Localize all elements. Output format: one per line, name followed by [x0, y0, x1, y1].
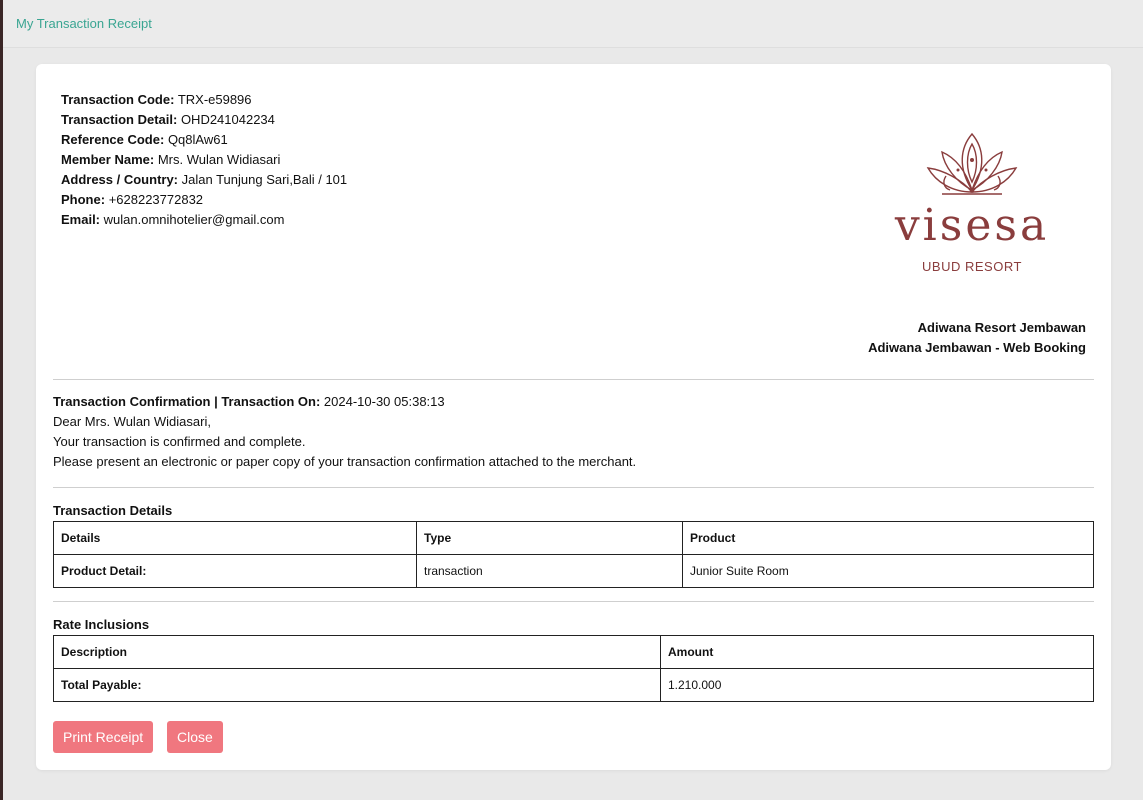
info-address: Address / Country: Jalan Tunjung Sari,Ba…	[61, 172, 348, 187]
merchant-info: Adiwana Resort Jembawan Adiwana Jembawan…	[868, 318, 1086, 358]
logo-subtitle: UBUD RESORT	[922, 259, 1022, 274]
lotus-emblem-icon	[926, 132, 1018, 195]
info-reference-code: Reference Code: Qq8lAw61	[61, 132, 228, 147]
transaction-details-title: Transaction Details	[53, 503, 173, 518]
transaction-details-table: Details Type Product Product Detail: tra…	[53, 521, 1094, 588]
customer-info: Transaction Code: TRX-e59896 Transaction…	[61, 90, 347, 230]
column-header: Amount	[660, 635, 1094, 669]
divider	[53, 379, 1094, 380]
merchant-channel: Adiwana Jembawan - Web Booking	[868, 340, 1086, 355]
instruction-line: Please present an electronic or paper co…	[53, 454, 637, 469]
greeting: Dear Mrs. Wulan Widiasari,	[53, 414, 211, 429]
info-member-name: Member Name: Mrs. Wulan Widiasari	[61, 152, 281, 167]
modal-header: My Transaction Receipt	[3, 0, 1143, 48]
table-row: Product Detail: transaction Junior Suite…	[53, 554, 1094, 588]
divider	[53, 601, 1094, 602]
confirmation-heading: Transaction Confirmation | Transaction O…	[53, 394, 445, 409]
info-phone: Phone: +628223772832	[61, 192, 204, 207]
info-transaction-code: Transaction Code: TRX-e59896	[61, 92, 252, 107]
table-cell: Product Detail:	[53, 554, 417, 588]
transaction-datetime: 2024-10-30 05:38:13	[323, 394, 445, 409]
table-row: Total Payable: 1.210.000	[53, 668, 1094, 702]
column-header: Details	[53, 521, 417, 555]
modal-title: My Transaction Receipt	[16, 16, 152, 31]
column-header: Type	[416, 521, 683, 555]
table-header-row: Details Type Product	[53, 521, 1094, 555]
rate-inclusions-table: Description Amount Total Payable: 1.210.…	[53, 635, 1094, 702]
confirmation-line: Your transaction is confirmed and comple…	[53, 434, 306, 449]
rate-inclusions-title: Rate Inclusions	[53, 617, 150, 632]
info-transaction-detail: Transaction Detail: OHD241042234	[61, 112, 275, 127]
receipt-card: Transaction Code: TRX-e59896 Transaction…	[36, 64, 1111, 770]
table-cell: transaction	[416, 554, 683, 588]
print-receipt-button[interactable]: Print Receipt	[53, 721, 154, 753]
window-edge	[0, 0, 3, 800]
logo-wordmark: visesa	[894, 200, 1050, 251]
resort-logo: visesa UBUD RESORT	[872, 130, 1072, 276]
table-cell: Total Payable:	[53, 668, 661, 702]
info-email: Email: wulan.omnihotelier@gmail.com	[61, 212, 285, 227]
column-header: Product	[682, 521, 1094, 555]
confirmation-text: Transaction Confirmation | Transaction O…	[53, 392, 636, 472]
merchant-name: Adiwana Resort Jembawan	[917, 320, 1086, 335]
divider	[53, 487, 1094, 488]
close-button[interactable]: Close	[167, 721, 223, 753]
total-amount: 1.210.000	[660, 668, 1094, 702]
table-header-row: Description Amount	[53, 635, 1094, 669]
table-cell: Junior Suite Room	[682, 554, 1094, 588]
column-header: Description	[53, 635, 661, 669]
